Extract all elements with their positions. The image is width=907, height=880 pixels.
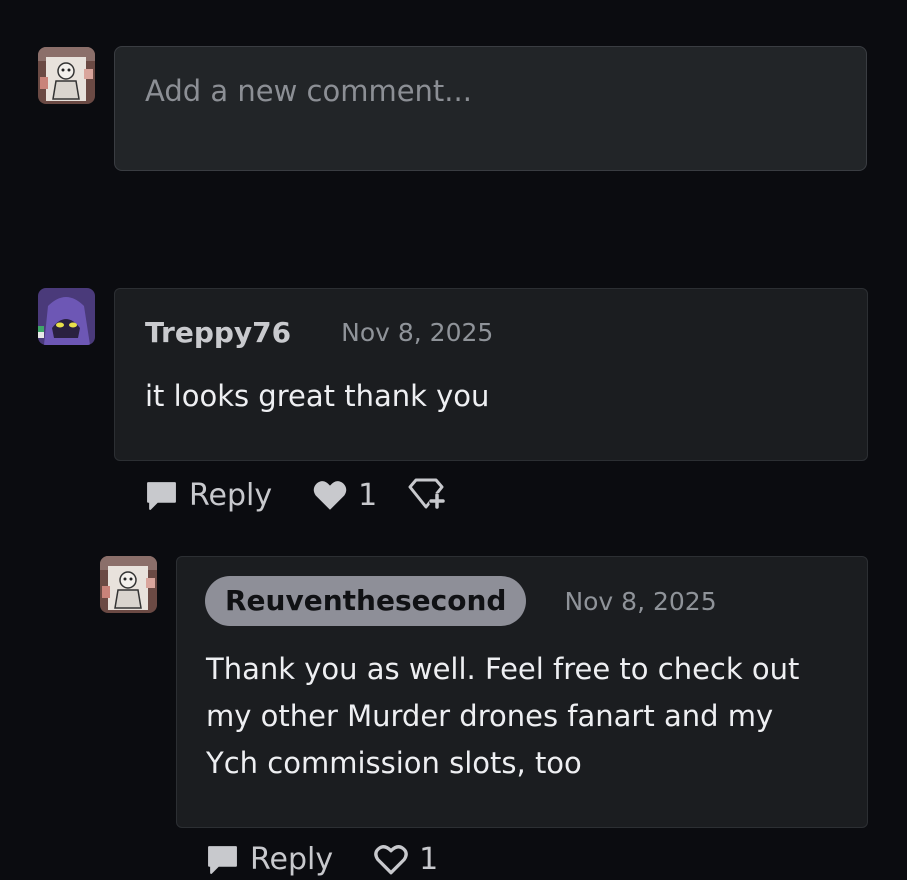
heart-outline-icon xyxy=(374,844,408,874)
reply-date: Nov 8, 2025 xyxy=(564,586,717,616)
gem-plus-icon xyxy=(408,478,446,509)
reply-icon xyxy=(147,481,176,510)
comment-date: Nov 8, 2025 xyxy=(341,317,494,347)
reply-button[interactable]: Reply xyxy=(206,842,333,877)
like-count: 1 xyxy=(419,841,439,877)
reply-button[interactable]: Reply xyxy=(145,478,272,513)
comment-username[interactable]: Treppy76 xyxy=(145,316,291,349)
like-button[interactable]: 1 xyxy=(312,478,377,513)
author-username-badge[interactable]: Reuventhesecond xyxy=(205,576,527,626)
reply-meta: Reuventhesecond Nov 8, 2025 xyxy=(205,576,717,626)
comment-text: it looks great thank you xyxy=(145,379,490,413)
new-comment-input[interactable]: Add a new comment... xyxy=(114,46,867,171)
new-comment-placeholder: Add a new comment... xyxy=(145,74,472,108)
reply-label: Reply xyxy=(250,841,334,877)
reply-text-line: Ych commission slots, too xyxy=(206,746,582,780)
current-user-avatar[interactable] xyxy=(38,47,95,104)
artwork-thumbnail-icon xyxy=(38,47,95,104)
like-count: 1 xyxy=(358,477,378,513)
like-button[interactable]: 1 xyxy=(373,842,438,877)
reply-actions: Reply 1 xyxy=(206,838,438,880)
artwork-thumbnail-icon xyxy=(100,556,157,613)
commenter-avatar[interactable] xyxy=(38,288,95,345)
comment-actions: Reply 1 xyxy=(145,474,447,516)
reply-text-line: my other Murder drones fanart and my xyxy=(206,699,774,733)
add-favorite-button[interactable] xyxy=(407,477,447,513)
reply-text-line: Thank you as well. Feel free to check ou… xyxy=(206,652,800,686)
reply-author-avatar[interactable] xyxy=(100,556,157,613)
reply-text: Thank you as well. Feel free to check ou… xyxy=(206,646,799,787)
comment-meta: Treppy76 Nov 8, 2025 xyxy=(145,310,493,354)
reply-label: Reply xyxy=(189,477,273,513)
reply-icon xyxy=(208,845,237,874)
heart-filled-icon xyxy=(313,480,347,510)
hooded-character-icon xyxy=(38,288,95,345)
